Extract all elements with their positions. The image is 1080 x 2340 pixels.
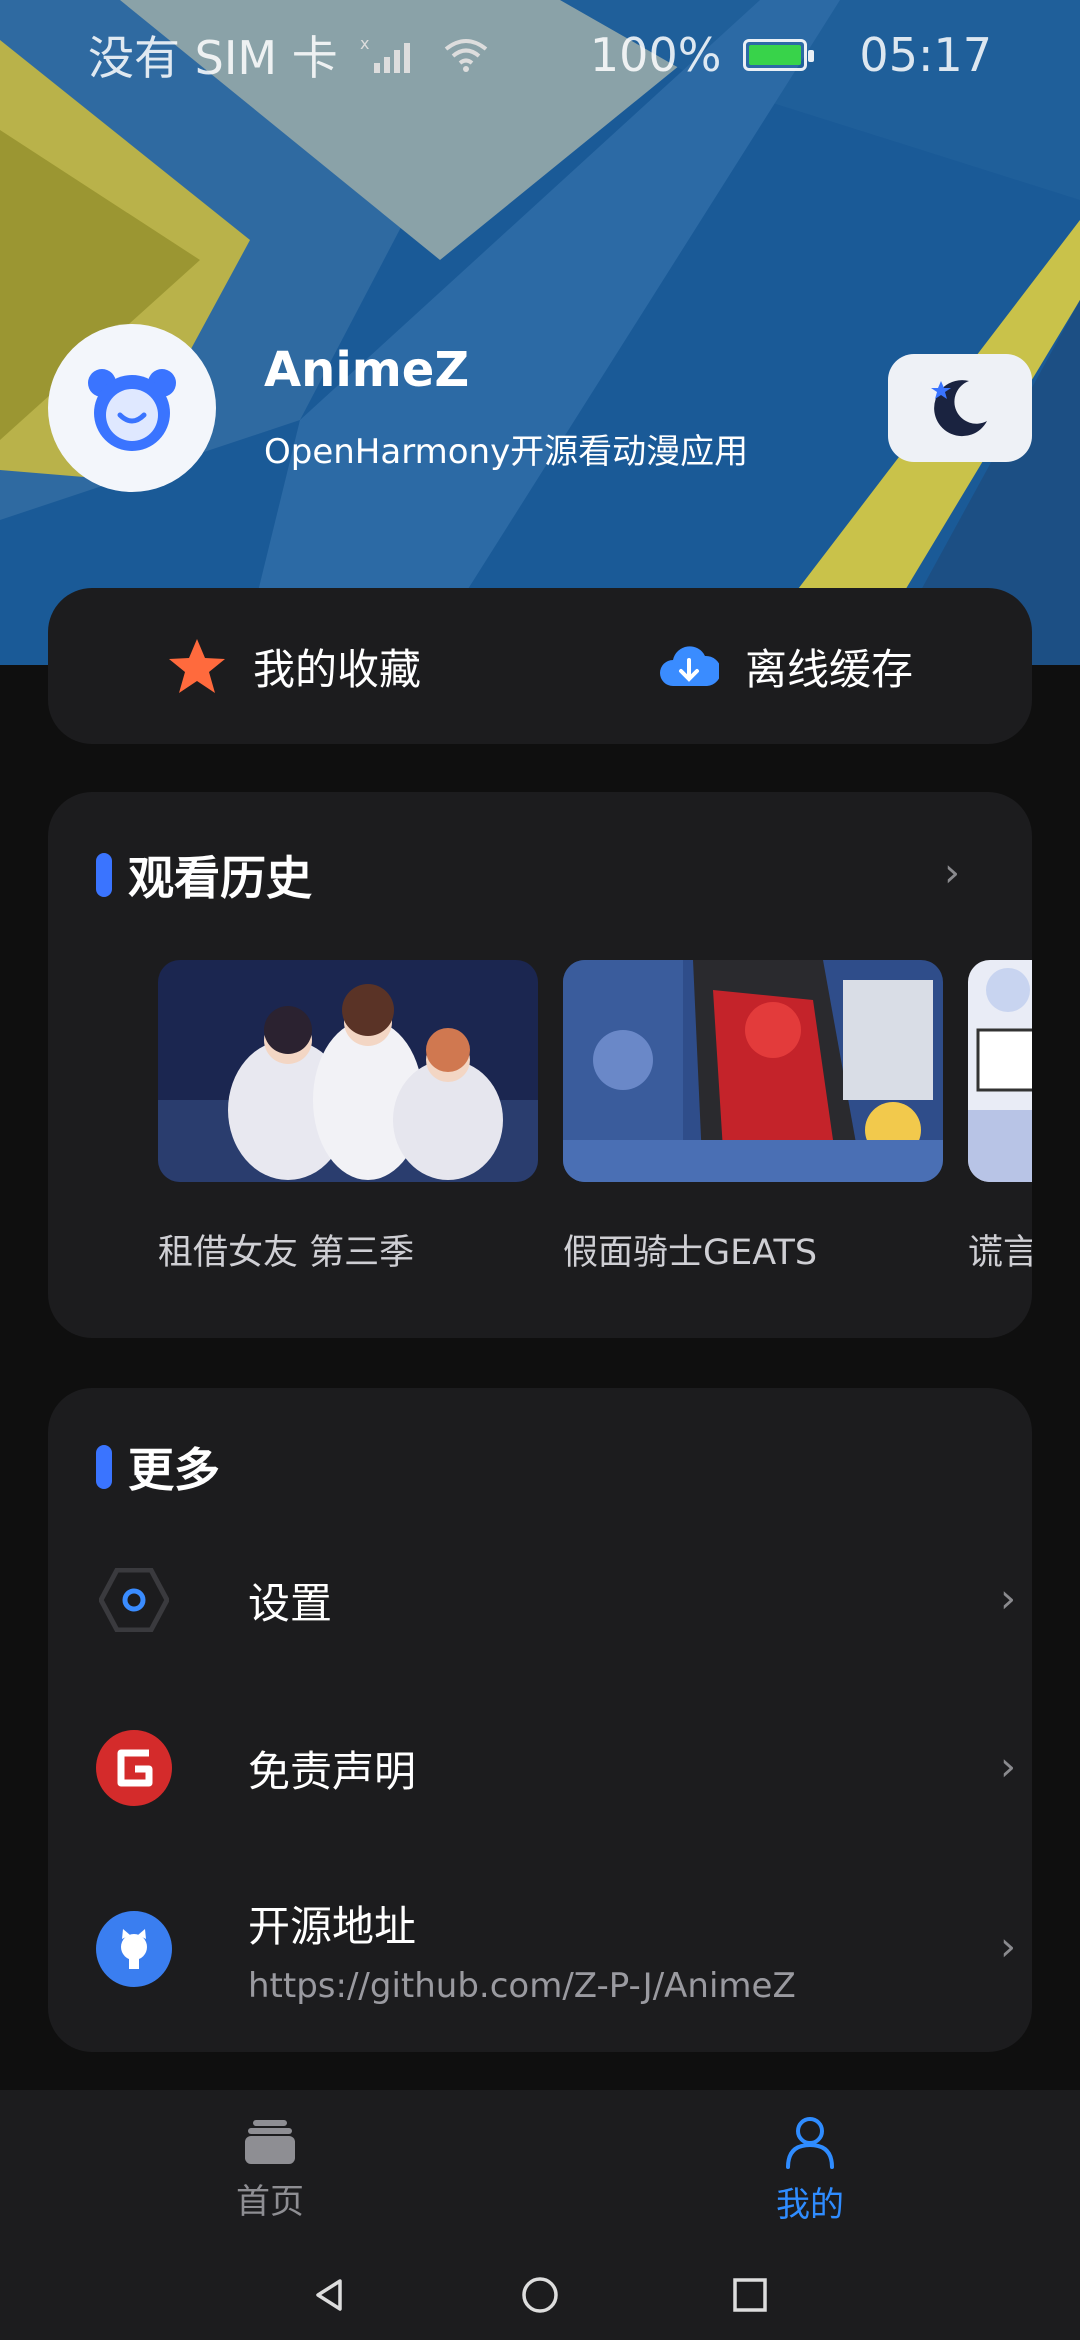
github-icon bbox=[96, 1911, 172, 1987]
home-circle-icon[interactable] bbox=[520, 2275, 560, 2315]
history-title: 观看历史 bbox=[128, 851, 312, 905]
tab-profile[interactable]: 我的 bbox=[540, 2090, 1080, 2250]
anime-title: 谎言 bbox=[968, 1233, 1032, 1273]
history-item[interactable]: 谎言 bbox=[968, 960, 1032, 1275]
chevron-right-icon: › bbox=[1000, 1924, 1016, 1970]
favorites-button[interactable]: 我的收藏 bbox=[48, 636, 540, 697]
offline-cache-label: 离线缓存 bbox=[744, 644, 913, 694]
history-item[interactable]: 租借女友 第三季 bbox=[158, 960, 538, 1275]
history-item[interactable]: 假面骑士GEATS bbox=[563, 960, 943, 1275]
app-name: AnimeZ bbox=[264, 342, 470, 398]
favorites-label: 我的收藏 bbox=[252, 644, 421, 694]
history-list: 租借女友 第三季 假面骑士GEATS 谎言 bbox=[108, 960, 1032, 1290]
status-bar: 没有 SIM 卡 x 100% 05:17 bbox=[0, 0, 1080, 110]
chevron-right-icon: › bbox=[1000, 1576, 1016, 1622]
more-title: 更多 bbox=[128, 1443, 220, 1497]
dark-mode-toggle-button[interactable] bbox=[888, 354, 1032, 462]
section-accent-bar bbox=[96, 853, 112, 897]
tab-home-label: 首页 bbox=[236, 2181, 304, 2222]
disclaimer-g-icon bbox=[96, 1730, 172, 1806]
system-navigation-bar bbox=[0, 2250, 1080, 2340]
battery-percent: 100% bbox=[589, 28, 722, 82]
source-code-row[interactable]: 开源地址 https://github.com/Z-P-J/AnimeZ › bbox=[96, 1884, 1016, 2014]
anime-thumbnail bbox=[968, 960, 1032, 1182]
disclaimer-label: 免责声明 bbox=[248, 1746, 417, 1796]
app-subtitle: OpenHarmony开源看动漫应用 bbox=[264, 432, 749, 472]
tab-home[interactable]: 首页 bbox=[0, 2090, 540, 2250]
settings-row[interactable]: 设置 › bbox=[96, 1550, 1016, 1650]
history-section-header[interactable]: 观看历史 bbox=[96, 842, 312, 908]
bear-face-icon bbox=[88, 369, 176, 451]
svg-text:x: x bbox=[360, 35, 369, 53]
chevron-right-icon: › bbox=[1000, 1744, 1016, 1790]
settings-label: 设置 bbox=[248, 1578, 333, 1628]
bottom-navigation: 首页 我的 bbox=[0, 2090, 1080, 2250]
anime-title: 假面骑士GEATS bbox=[563, 1233, 818, 1273]
source-code-url: https://github.com/Z-P-J/AnimeZ bbox=[248, 1965, 796, 2006]
star-icon bbox=[168, 639, 225, 693]
more-card: 更多 设置 › 免责声明 › 开源地址 https://github.com/Z… bbox=[48, 1388, 1032, 2052]
app-logo bbox=[48, 324, 216, 492]
recents-square-icon[interactable] bbox=[730, 2275, 770, 2315]
anime-thumbnail bbox=[563, 960, 943, 1182]
offline-cache-button[interactable]: 离线缓存 bbox=[540, 636, 1032, 697]
anime-thumbnail bbox=[158, 960, 538, 1182]
home-stack-icon bbox=[245, 2119, 295, 2164]
more-section-header: 更多 bbox=[96, 1434, 220, 1500]
cellular-signal-icon: x bbox=[360, 35, 410, 73]
disclaimer-row[interactable]: 免责声明 › bbox=[96, 1718, 1016, 1818]
history-more-chevron-icon[interactable]: › bbox=[944, 850, 960, 896]
quick-actions-card: 我的收藏 离线缓存 bbox=[48, 588, 1032, 744]
cloud-download-icon bbox=[659, 646, 719, 686]
anime-title: 租借女友 第三季 bbox=[158, 1233, 415, 1273]
watch-history-card: 观看历史 › 租借女友 第三季 假面骑士GEATS 谎言 bbox=[48, 792, 1032, 1338]
moon-star-icon bbox=[931, 380, 987, 437]
person-icon bbox=[786, 2116, 834, 2169]
back-icon[interactable] bbox=[310, 2275, 350, 2315]
clock: 05:17 bbox=[859, 28, 992, 82]
wifi-icon bbox=[444, 39, 487, 72]
section-accent-bar bbox=[96, 1445, 112, 1489]
battery-icon bbox=[743, 39, 815, 71]
carrier-text: 没有 SIM 卡 bbox=[88, 31, 338, 85]
source-code-label: 开源地址 bbox=[248, 1901, 417, 1951]
source-code-text: 开源地址 https://github.com/Z-P-J/AnimeZ bbox=[172, 1893, 796, 2006]
tab-profile-label: 我的 bbox=[776, 2184, 844, 2225]
settings-hex-icon bbox=[96, 1562, 172, 1638]
